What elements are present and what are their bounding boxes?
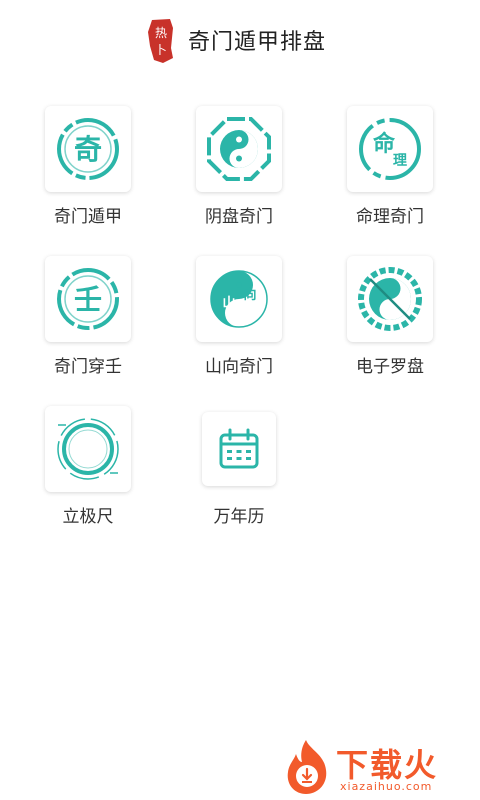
tile-label: 电子罗盘 — [356, 357, 424, 377]
tile-label: 山向奇门 — [205, 357, 273, 377]
qi-character-icon: 奇 — [57, 118, 119, 180]
tile-qimen-chuanren[interactable]: 壬 奇门穿壬 — [15, 256, 165, 406]
flame-download-icon — [287, 740, 327, 794]
icon-glyph: 山 — [222, 295, 235, 311]
watermark: 下载火 xiazaihuo.com — [282, 736, 478, 800]
logo-char-2: 卜 — [155, 43, 167, 57]
tile-icon-box[interactable]: 壬 — [45, 256, 131, 342]
tile-label: 命理奇门 — [356, 207, 424, 227]
tile-icon-box[interactable]: 奇 — [45, 106, 131, 192]
tile-liji-ruler[interactable]: 立极尺 — [15, 406, 165, 556]
yin-yang-bagua-icon — [207, 117, 271, 181]
tile-icon-box[interactable] — [45, 406, 131, 492]
tile-label: 奇门遁甲 — [54, 207, 122, 227]
icon-glyph-secondary: 向 — [243, 287, 256, 303]
tile-label: 奇门穿壬 — [54, 357, 122, 377]
icon-glyph: 壬 — [74, 283, 102, 316]
page-title: 奇门遁甲排盘 — [188, 30, 327, 55]
tile-electronic-compass[interactable]: 电子罗盘 — [317, 256, 467, 406]
ring-ruler-icon — [57, 418, 119, 480]
tile-label: 立极尺 — [62, 507, 114, 527]
tile-perpetual-calendar[interactable]: 万年历 — [172, 406, 322, 556]
tile-label: 阴盘奇门 — [205, 207, 273, 227]
tile-icon-box[interactable] — [347, 256, 433, 342]
compass-bagua-icon — [358, 267, 422, 331]
tile-label: 万年历 — [213, 507, 265, 527]
tile-icon-box[interactable]: 命 理 — [347, 106, 433, 192]
mingli-character-icon: 命 理 — [359, 118, 421, 180]
tile-icon-box[interactable] — [196, 106, 282, 192]
watermark-url: xiazaihuo.com — [340, 780, 433, 793]
icon-glyph-secondary: 理 — [393, 153, 407, 169]
ren-character-icon: 壬 — [57, 268, 119, 330]
tile-shanxiang-qimen[interactable]: 山 向 山向奇门 — [166, 256, 316, 406]
tile-qimen-dunjia[interactable]: 奇 奇门遁甲 — [15, 106, 165, 256]
tile-mingli-qimen[interactable]: 命 理 命理奇门 — [317, 106, 467, 256]
tile-icon-box[interactable] — [202, 412, 276, 486]
app-logo-icon: 热 卜 — [148, 19, 173, 63]
logo-char-1: 热 — [155, 26, 167, 40]
tile-icon-box[interactable]: 山 向 — [196, 256, 282, 342]
shan-xiang-yin-yang-icon: 山 向 — [210, 270, 268, 328]
tile-yinpan-qimen[interactable]: 阴盘奇门 — [166, 106, 316, 256]
app-header: 热 卜 奇门遁甲排盘 — [0, 0, 480, 80]
icon-glyph: 奇 — [74, 133, 102, 166]
calendar-icon — [219, 428, 259, 469]
